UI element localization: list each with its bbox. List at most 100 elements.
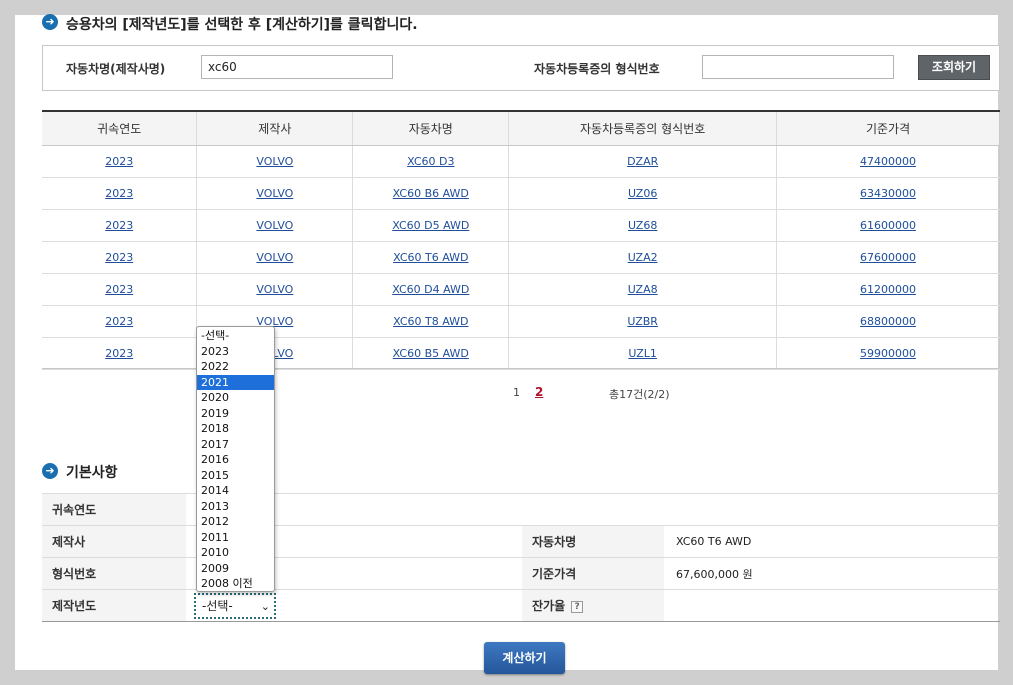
year-option[interactable]: 2013: [197, 499, 274, 515]
header-price: 기준가격: [776, 112, 1000, 146]
year-link[interactable]: 2023: [105, 187, 133, 200]
model-link[interactable]: XC60 D3: [407, 155, 454, 168]
table-bottom-border: [42, 368, 1000, 369]
type-number-link[interactable]: UZA8: [628, 283, 658, 296]
year-value: [186, 493, 1000, 526]
calculate-button[interactable]: 계산하기: [484, 642, 565, 674]
year-option[interactable]: 2021: [197, 374, 274, 390]
residual-value: [664, 589, 1000, 622]
price-link[interactable]: 67600000: [860, 251, 916, 264]
residual-label-cell: 잔가율?: [522, 589, 664, 622]
type-number-link[interactable]: UZ68: [628, 219, 657, 232]
cell-maker: VOLVO: [196, 241, 354, 274]
year-label: 귀속연도: [42, 493, 186, 526]
year-link[interactable]: 2023: [105, 219, 133, 232]
year-option[interactable]: 2016: [197, 452, 274, 468]
model-search-input[interactable]: [201, 55, 393, 79]
table-row: 2023 VOLVO XC60 D3 DZAR 47400000: [42, 145, 1000, 178]
cell-model: XC60 T8 AWD: [352, 305, 510, 338]
cell-type-number: UZA2: [508, 241, 778, 274]
year-link[interactable]: 2023: [105, 315, 133, 328]
cell-price: 63430000: [776, 177, 1000, 210]
price-link[interactable]: 68800000: [860, 315, 916, 328]
year-option[interactable]: 2023: [197, 344, 274, 360]
arrow-right-circle-icon: ➜: [42, 14, 58, 30]
maker-link[interactable]: VOLVO: [256, 283, 293, 296]
results-header-row: 귀속연도 제작사 자동차명 자동차등록증의 형식번호 기준가격: [42, 112, 1000, 146]
type-number-link[interactable]: UZBR: [627, 315, 658, 328]
cell-price: 68800000: [776, 305, 1000, 338]
model-link[interactable]: XC60 D4 AWD: [392, 283, 469, 296]
price-value: 67,600,000 원: [664, 557, 1000, 590]
type-number-link[interactable]: UZL1: [628, 347, 657, 360]
year-select[interactable]: -선택- ⌄: [194, 593, 276, 619]
year-option[interactable]: 2022: [197, 359, 274, 375]
page-link-2-current[interactable]: 2: [535, 385, 543, 399]
info-row: 제작년도 잔가율?: [42, 589, 1000, 622]
model-link[interactable]: XC60 D5 AWD: [392, 219, 469, 232]
model-link[interactable]: XC60 B6 AWD: [393, 187, 469, 200]
model-link[interactable]: XC60 T6 AWD: [393, 251, 468, 264]
cell-year: 2023: [42, 209, 198, 242]
model-link[interactable]: XC60 T8 AWD: [393, 315, 468, 328]
cell-type-number: UZA8: [508, 273, 778, 306]
results-table: 귀속연도 제작사 자동차명 자동차등록증의 형식번호 기준가격 2023 VOLV…: [42, 112, 1000, 370]
instruction-text: 승용차의 [제작년도]를 선택한 후 [계산하기]를 클릭합니다.: [66, 17, 418, 33]
year-option[interactable]: 2017: [197, 437, 274, 453]
page-link-1[interactable]: 1: [513, 386, 520, 399]
model-label: 자동차명: [522, 525, 664, 558]
type-number-link[interactable]: UZ06: [628, 187, 657, 200]
header-type-number: 자동차등록증의 형식번호: [508, 112, 778, 146]
info-bottom-border: [42, 621, 1000, 622]
table-row: 2023 VOLVO XC60 T6 AWD UZA2 67600000: [42, 241, 1000, 274]
cell-year: 2023: [42, 337, 198, 370]
year-option[interactable]: 2018: [197, 421, 274, 437]
cell-model: XC60 D3: [352, 145, 510, 178]
help-icon[interactable]: ?: [571, 600, 584, 613]
year-option[interactable]: 2012: [197, 514, 274, 530]
type-number-link[interactable]: DZAR: [627, 155, 658, 168]
basic-info-table: 귀속연도 제작사 자동차명 XC60 T6 AWD 형식번호 기준가격 67,6…: [42, 493, 1000, 622]
year-option[interactable]: 2009: [197, 561, 274, 577]
year-option[interactable]: 2010: [197, 545, 274, 561]
cell-model: XC60 B5 AWD: [352, 337, 510, 370]
model-search-label: 자동차명(제작사명): [66, 62, 166, 76]
year-option[interactable]: 2014: [197, 483, 274, 499]
cell-type-number: UZL1: [508, 337, 778, 370]
maker-link[interactable]: VOLVO: [256, 187, 293, 200]
year-dropdown-list: -선택- 2023 2022 2021 2020 2019 2018 2017 2016 2015…: [196, 326, 275, 592]
info-row: 제작사 자동차명 XC60 T6 AWD: [42, 525, 1000, 558]
cell-maker: VOLVO: [196, 177, 354, 210]
cell-maker: VOLVO: [196, 145, 354, 178]
year-option[interactable]: 2015: [197, 468, 274, 484]
price-link[interactable]: 61200000: [860, 283, 916, 296]
type-number-link[interactable]: UZA2: [628, 251, 658, 264]
model-link[interactable]: XC60 B5 AWD: [393, 347, 469, 360]
year-option[interactable]: 2008 이전: [197, 576, 274, 592]
year-option[interactable]: 2019: [197, 406, 274, 422]
year-link[interactable]: 2023: [105, 251, 133, 264]
header-model: 자동차명: [352, 112, 510, 146]
price-label: 기준가격: [522, 557, 664, 590]
price-link[interactable]: 47400000: [860, 155, 916, 168]
header-maker: 제작사: [196, 112, 354, 146]
query-button[interactable]: 조회하기: [918, 55, 990, 80]
type-number-input[interactable]: [702, 55, 894, 79]
year-link[interactable]: 2023: [105, 347, 133, 360]
cell-type-number: UZ06: [508, 177, 778, 210]
price-link[interactable]: 61600000: [860, 219, 916, 232]
price-link[interactable]: 59900000: [860, 347, 916, 360]
year-link[interactable]: 2023: [105, 283, 133, 296]
cell-type-number: UZ68: [508, 209, 778, 242]
maker-link[interactable]: VOLVO: [256, 155, 293, 168]
cell-price: 47400000: [776, 145, 1000, 178]
year-option[interactable]: 2011: [197, 530, 274, 546]
maker-link[interactable]: VOLVO: [256, 219, 293, 232]
model-value: XC60 T6 AWD: [664, 525, 1000, 558]
year-option[interactable]: 2020: [197, 390, 274, 406]
year-link[interactable]: 2023: [105, 155, 133, 168]
cell-maker: VOLVO: [196, 273, 354, 306]
maker-link[interactable]: VOLVO: [256, 251, 293, 264]
price-link[interactable]: 63430000: [860, 187, 916, 200]
year-option[interactable]: -선택-: [197, 328, 274, 344]
